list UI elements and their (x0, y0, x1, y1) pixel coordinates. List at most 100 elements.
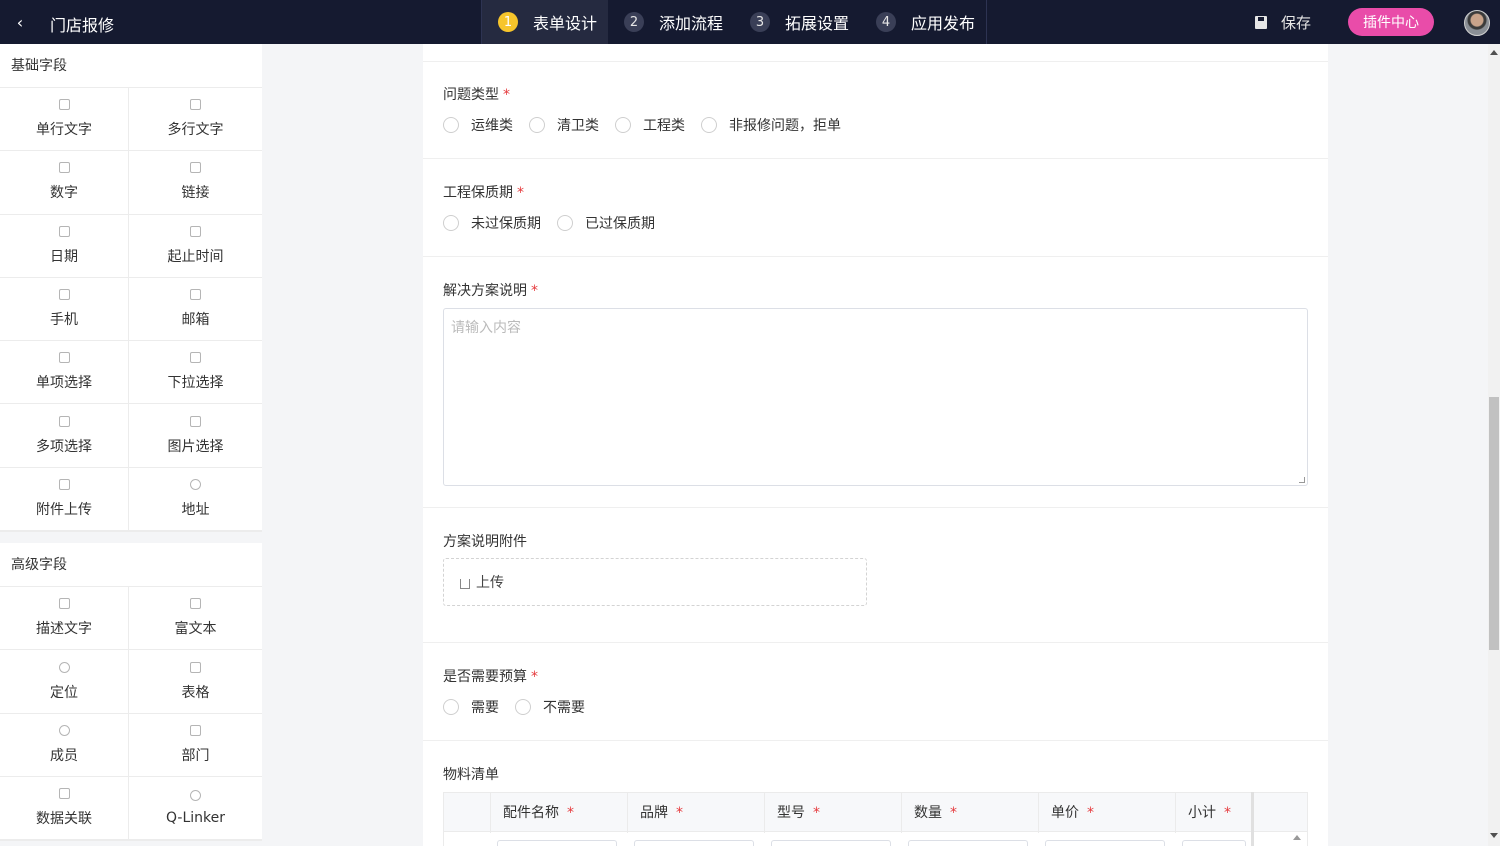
table-header: 配件名称 * 品牌 * 型号 * 数量 * 单价 * 小计 * (443, 792, 1308, 833)
number-icon (58, 162, 70, 174)
column-header: 型号 * (764, 793, 901, 833)
radio-option[interactable]: 未过保质期 (443, 213, 541, 233)
checkbox-icon (58, 415, 70, 427)
page-scrollbar[interactable] (1488, 44, 1500, 846)
solution-textarea[interactable]: 请输入内容 (443, 308, 1308, 486)
plugin-center-button[interactable]: 插件中心 (1348, 8, 1434, 36)
group-title: 基础字段 (0, 44, 262, 88)
field-palette: 基础字段 单行文字 多行文字 数字 链接 日期 起止时间 手机 邮箱 单项选择 … (0, 44, 262, 846)
field-department[interactable]: 部门 (129, 714, 262, 777)
tab-label: 添加流程 (659, 14, 724, 33)
scroll-up-arrow-icon[interactable] (1293, 835, 1301, 840)
resize-handle[interactable] (1299, 477, 1305, 483)
field-data-link[interactable]: 数据关联 (0, 776, 129, 841)
radio-circle (529, 117, 545, 133)
field-q-linker[interactable]: Q-Linker (129, 777, 262, 841)
column-header: 配件名称 * (490, 793, 627, 833)
location-icon (58, 661, 70, 673)
step-number: 3 (750, 12, 770, 32)
column-header: 小计 * (1175, 793, 1253, 833)
part-name-input[interactable] (497, 840, 617, 846)
field-table[interactable]: 表格 (129, 650, 262, 714)
radio-option[interactable]: 已过保质期 (557, 213, 655, 233)
attachment-icon (58, 478, 70, 490)
unit-price-input[interactable] (1045, 840, 1165, 846)
attachment-label: 方案说明附件 (443, 534, 527, 550)
scroll-thumb[interactable] (1489, 397, 1499, 650)
paragraph-icon (190, 99, 201, 111)
tab-extend-settings[interactable]: 3 拓展设置 (750, 0, 849, 44)
divider (423, 507, 1328, 508)
radio-option[interactable]: 不需要 (515, 697, 585, 717)
budget-radio-group: 需要 不需要 (443, 697, 601, 717)
model-input[interactable] (771, 840, 891, 846)
radio-circle (443, 215, 459, 231)
field-description-text[interactable]: 描述文字 (0, 587, 129, 651)
field-number[interactable]: 数字 (0, 151, 129, 215)
top-bar: ‹ 门店报修 1 表单设计 2 添加流程 3 拓展设置 4 应用发布 保存 插件… (0, 0, 1500, 44)
step-number: 2 (624, 12, 644, 32)
column-header: 单价 * (1038, 793, 1175, 833)
app-title: 门店报修 (50, 16, 115, 35)
column-header: 数量 * (901, 793, 1038, 833)
field-date[interactable]: 日期 (0, 214, 129, 278)
field-rich-text[interactable]: 富文本 (129, 587, 262, 651)
table-icon (190, 661, 201, 673)
rich-text-icon (190, 598, 201, 610)
form-canvas: 问题类型 * 运维类 清卫类 工程类 非报修问题，拒单 工程保质期 * 未过保质期 … (423, 44, 1328, 846)
phone-icon (58, 289, 70, 301)
radio-circle (557, 215, 573, 231)
budget-label: 是否需要预算 * (443, 669, 538, 685)
field-dropdown[interactable]: 下拉选择 (129, 341, 262, 405)
upload-button[interactable]: 上传 (443, 558, 867, 606)
radio-option[interactable]: 非报修问题，拒单 (701, 115, 841, 135)
back-chevron-icon[interactable]: ‹ (10, 12, 30, 32)
field-link[interactable]: 链接 (129, 151, 262, 215)
tab-form-design[interactable]: 1 表单设计 (482, 0, 608, 44)
field-single-choice[interactable]: 单项选择 (0, 341, 129, 405)
step-tabs: 1 表单设计 2 添加流程 3 拓展设置 4 应用发布 (481, 0, 987, 44)
field-multi-line-text[interactable]: 多行文字 (129, 88, 262, 152)
table-scrollbar[interactable] (1251, 792, 1254, 846)
tab-app-publish[interactable]: 4 应用发布 (876, 0, 975, 44)
radio-option[interactable]: 需要 (443, 697, 499, 717)
radio-icon (58, 352, 70, 364)
radio-option[interactable]: 运维类 (443, 115, 513, 135)
radio-option[interactable]: 清卫类 (529, 115, 599, 135)
solution-label: 解决方案说明 * (443, 283, 538, 299)
field-single-line-text[interactable]: 单行文字 (0, 88, 129, 152)
description-icon (58, 598, 70, 610)
location-pin-icon (190, 478, 201, 490)
radio-circle (701, 117, 717, 133)
quantity-input[interactable] (908, 840, 1028, 846)
share-icon (190, 790, 201, 802)
calendar-icon (58, 225, 70, 237)
field-email[interactable]: 邮箱 (129, 278, 262, 342)
subtotal-input[interactable] (1182, 840, 1246, 846)
field-image-choice[interactable]: 图片选择 (129, 404, 262, 468)
field-multi-choice[interactable]: 多项选择 (0, 404, 129, 468)
text-icon (58, 99, 70, 111)
warranty-label: 工程保质期 * (443, 185, 524, 201)
clock-icon (190, 225, 201, 237)
radio-circle (443, 699, 459, 715)
scroll-up-arrow-icon[interactable] (1490, 50, 1498, 55)
field-location[interactable]: 定位 (0, 650, 129, 714)
field-address[interactable]: 地址 (129, 468, 262, 532)
dropdown-icon (190, 352, 201, 364)
warranty-radio-group: 未过保质期 已过保质期 (443, 213, 671, 233)
tab-add-process[interactable]: 2 添加流程 (624, 0, 723, 44)
radio-option[interactable]: 工程类 (615, 115, 685, 135)
column-header: 品牌 * (627, 793, 764, 833)
field-date-range[interactable]: 起止时间 (129, 215, 262, 278)
link-icon (190, 162, 201, 174)
brand-input[interactable] (634, 840, 754, 846)
field-attachment[interactable]: 附件上传 (0, 467, 129, 532)
save-button[interactable]: 保存 (1255, 12, 1311, 33)
field-phone[interactable]: 手机 (0, 277, 129, 342)
avatar[interactable] (1464, 10, 1490, 36)
field-member[interactable]: 成员 (0, 713, 129, 777)
scroll-down-arrow-icon[interactable] (1490, 833, 1498, 838)
step-number: 1 (498, 12, 518, 32)
tab-label: 拓展设置 (785, 14, 850, 33)
